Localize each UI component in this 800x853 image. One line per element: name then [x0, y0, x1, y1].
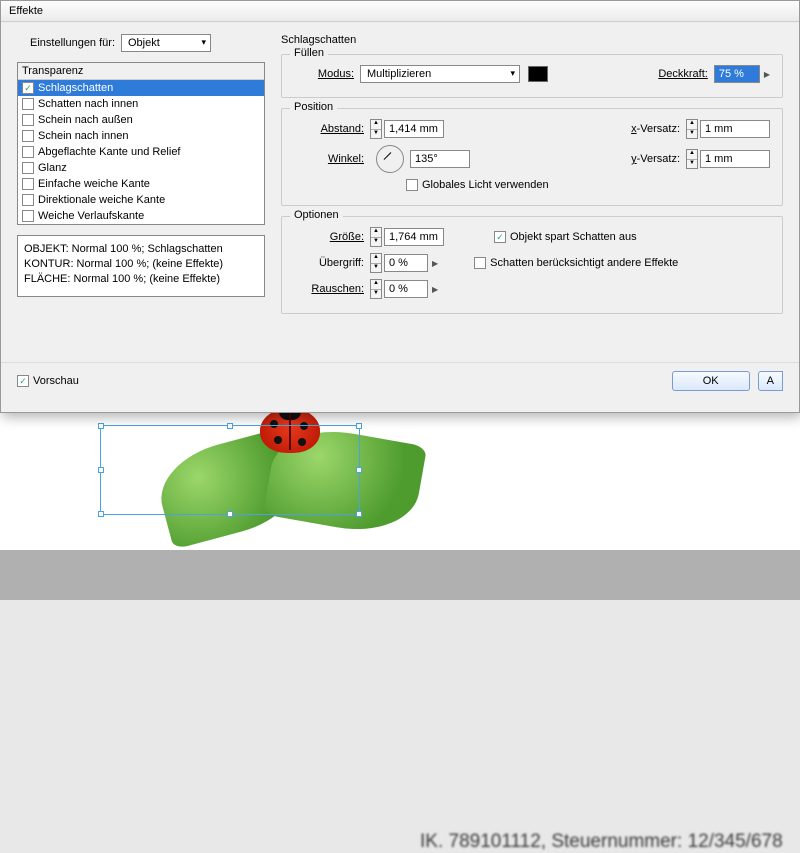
spinner-icon[interactable]: ▲▼	[370, 279, 382, 299]
pasteboard	[0, 550, 800, 600]
list-header-transparency[interactable]: Transparenz	[18, 63, 264, 80]
xoffset-input[interactable]: 1 mm	[700, 120, 770, 138]
effects-listbox[interactable]: Transparenz ✓ Schlagschatten Schatten nac…	[17, 62, 265, 225]
preview-label: Vorschau	[33, 375, 79, 387]
xoffset-label: x-Versatz:	[631, 123, 680, 135]
list-item-directional-feather[interactable]: Direktionale weiche Kante	[18, 192, 264, 208]
spinner-icon[interactable]: ▲▼	[686, 149, 698, 169]
list-item-label: Abgeflachte Kante und Relief	[38, 146, 181, 158]
options-group: Optionen Größe: ▲▼ 1,764 mm ✓ Objekt spa…	[281, 216, 783, 314]
honors-checkbox[interactable]	[474, 257, 486, 269]
popup-arrow-icon[interactable]: ▶	[432, 259, 438, 268]
popup-arrow-icon[interactable]: ▶	[432, 285, 438, 294]
noise-label: Rauschen:	[294, 283, 364, 295]
options-group-title: Optionen	[290, 209, 343, 221]
summary-line: KONTUR: Normal 100 %; (keine Effekte)	[24, 257, 258, 272]
effects-summary: OBJEKT: Normal 100 %; Schlagschatten KON…	[17, 235, 265, 297]
spread-label: Übergriff:	[294, 257, 364, 269]
angle-label: Winkel:	[294, 153, 364, 165]
effects-dialog: Effekte Einstellungen für: Objekt Transp…	[0, 0, 800, 413]
checkbox-icon[interactable]	[22, 98, 34, 110]
popup-arrow-icon[interactable]: ▶	[764, 70, 770, 79]
list-item-inner-shadow[interactable]: Schatten nach innen	[18, 96, 264, 112]
checkbox-icon[interactable]: ✓	[22, 82, 34, 94]
list-item-outer-glow[interactable]: Schein nach außen	[18, 112, 264, 128]
checkbox-icon[interactable]	[22, 178, 34, 190]
list-item-label: Weiche Verlaufskante	[38, 210, 144, 222]
list-item-label: Schein nach außen	[38, 114, 133, 126]
preview-checkbox[interactable]: ✓	[17, 375, 29, 387]
mode-label: Modus:	[294, 68, 354, 80]
blend-mode-dropdown[interactable]: Multiplizieren	[360, 65, 520, 83]
list-item-label: Schein nach innen	[38, 130, 129, 142]
list-item-label: Direktionale weiche Kante	[38, 194, 165, 206]
cancel-button-partial[interactable]: A	[758, 371, 783, 391]
ok-button[interactable]: OK	[672, 371, 750, 391]
dialog-title: Effekte	[1, 1, 799, 22]
panel-title: Schlagschatten	[281, 34, 783, 46]
knockout-label: Objekt spart Schatten aus	[510, 231, 637, 243]
settings-for-label: Einstellungen für:	[17, 37, 115, 49]
global-light-label: Globales Licht verwenden	[422, 179, 549, 191]
settings-for-dropdown[interactable]: Objekt	[121, 34, 211, 52]
list-item-label: Glanz	[38, 162, 67, 174]
checkbox-icon[interactable]	[22, 162, 34, 174]
spinner-icon[interactable]: ▲▼	[370, 119, 382, 139]
list-item-satin[interactable]: Glanz	[18, 160, 264, 176]
angle-input[interactable]: 135°	[410, 150, 470, 168]
fill-group: Füllen Modus: Multiplizieren Deckkraft: …	[281, 54, 783, 98]
distance-input[interactable]: 1,414 mm	[384, 120, 444, 138]
spinner-icon[interactable]: ▲▼	[370, 227, 382, 247]
checkbox-icon[interactable]	[22, 194, 34, 206]
position-group-title: Position	[290, 101, 337, 113]
list-item-gradient-feather[interactable]: Weiche Verlaufskante	[18, 208, 264, 224]
spinner-icon[interactable]: ▲▼	[686, 119, 698, 139]
checkbox-icon[interactable]	[22, 146, 34, 158]
color-swatch[interactable]	[528, 66, 548, 82]
checkbox-icon[interactable]	[22, 114, 34, 126]
size-input[interactable]: 1,764 mm	[384, 228, 444, 246]
checkbox-icon[interactable]	[22, 130, 34, 142]
background-text: IK. 789101112, Steuernummer: 12/345/678	[420, 831, 783, 853]
summary-line: OBJEKT: Normal 100 %; Schlagschatten	[24, 242, 258, 257]
list-item-label: Schatten nach innen	[38, 98, 138, 110]
placed-image	[100, 413, 460, 563]
spinner-icon[interactable]: ▲▼	[370, 253, 382, 273]
document-canvas: IK. 789101112, Steuernummer: 12/345/678	[0, 413, 800, 600]
list-item-inner-glow[interactable]: Schein nach innen	[18, 128, 264, 144]
list-item-label: Schlagschatten	[38, 82, 113, 94]
list-item-bevel[interactable]: Abgeflachte Kante und Relief	[18, 144, 264, 160]
spread-input[interactable]: 0 %	[384, 254, 428, 272]
fill-group-title: Füllen	[290, 47, 328, 59]
yoffset-label: y-Versatz:	[631, 153, 680, 165]
checkbox-icon[interactable]	[22, 210, 34, 222]
opacity-label: Deckkraft:	[658, 68, 708, 80]
list-item-basic-feather[interactable]: Einfache weiche Kante	[18, 176, 264, 192]
noise-input[interactable]: 0 %	[384, 280, 428, 298]
yoffset-input[interactable]: 1 mm	[700, 150, 770, 168]
distance-label: Abstand:	[294, 123, 364, 135]
angle-dial[interactable]	[376, 145, 404, 173]
summary-line: FLÄCHE: Normal 100 %; (keine Effekte)	[24, 272, 258, 287]
knockout-checkbox[interactable]: ✓	[494, 231, 506, 243]
list-item-label: Einfache weiche Kante	[38, 178, 150, 190]
opacity-input[interactable]: 75 %	[714, 65, 760, 83]
size-label: Größe:	[294, 231, 364, 243]
position-group: Position Abstand: ▲▼ 1,414 mm x-Versatz:…	[281, 108, 783, 206]
list-item-drop-shadow[interactable]: ✓ Schlagschatten	[18, 80, 264, 96]
global-light-checkbox[interactable]	[406, 179, 418, 191]
honors-label: Schatten berücksichtigt andere Effekte	[490, 257, 678, 269]
